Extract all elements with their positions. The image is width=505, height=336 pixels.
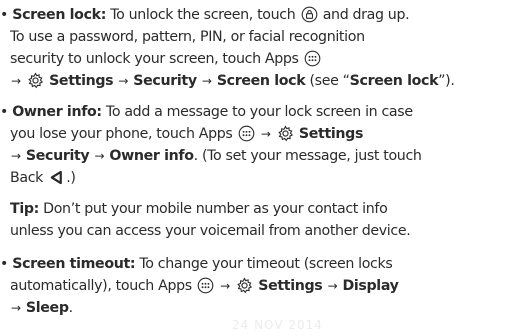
owner-info-line-2: you lose your phone, touch Apps → Settin… xyxy=(10,125,364,142)
screen-lock-line-1: • Screen lock: To unlock the screen, tou… xyxy=(0,6,410,23)
gear-icon xyxy=(277,125,294,142)
screen-timeout-line-3: → Sleep. xyxy=(11,300,73,316)
screen-timeout-title: Screen timeout: xyxy=(12,256,136,272)
date-watermark: 24 NOV 2014 xyxy=(232,318,323,332)
tip-label: Tip: xyxy=(10,201,39,217)
lock-icon xyxy=(301,6,318,23)
screen-timeout-line-2: automatically), touch Apps → Settings → … xyxy=(10,277,399,294)
apps-icon xyxy=(304,50,321,67)
apps-icon xyxy=(197,277,214,294)
screen-lock-link[interactable]: Screen lock xyxy=(350,73,439,89)
screen-timeout-line-1: • Screen timeout: To change your timeout… xyxy=(0,256,393,272)
tip-line-1: Tip: Don’t put your mobile number as you… xyxy=(10,201,388,217)
screen-lock-title: Screen lock: xyxy=(12,7,107,23)
gear-icon xyxy=(27,72,44,89)
bullet: • xyxy=(0,104,9,120)
owner-info-line-4: Back .) xyxy=(10,169,76,186)
screen-lock-line-3: security to unlock your screen, touch Ap… xyxy=(10,48,322,70)
apps-icon xyxy=(238,125,255,142)
bullet: • xyxy=(0,7,9,23)
gear-icon xyxy=(236,277,253,294)
screen-lock-line-2: To use a password, pattern, PIN, or faci… xyxy=(10,29,365,45)
owner-info-line-1: • Owner info: To add a message to your l… xyxy=(0,104,413,120)
screen-lock-line-4: → Settings → Security → Screen lock (see… xyxy=(11,72,455,89)
bullet: • xyxy=(0,256,9,272)
help-page: • Screen lock: To unlock the screen, tou… xyxy=(0,0,505,336)
back-icon xyxy=(48,169,65,186)
owner-info-line-3: → Security → Owner info. (To set your me… xyxy=(11,148,422,164)
tip-line-2: unless you can access your voicemail fro… xyxy=(10,223,411,239)
owner-info-title: Owner info: xyxy=(12,104,102,120)
